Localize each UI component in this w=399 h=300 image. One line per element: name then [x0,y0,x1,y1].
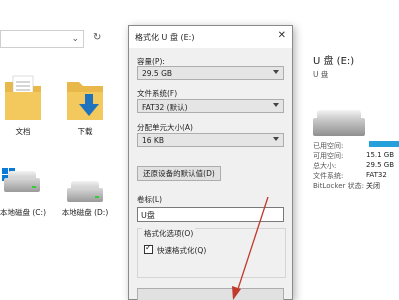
chevron-down-icon [273,70,279,74]
prop-row: 总大小: 29.5 GB [313,161,399,171]
volume-label: 卷标(L) [137,195,163,204]
restore-defaults-button[interactable]: 还原设备的默认值(D) [137,166,221,181]
documents-folder-icon [5,75,41,120]
filesystem-value: FAT32 (默认) [142,103,188,112]
refresh-icon[interactable]: ↻ [93,32,101,43]
prop-key: 可用空间: [313,152,344,160]
prop-row: BitLocker 状态: 关闭 [313,181,399,191]
allocation-value: 16 KB [142,136,164,145]
prop-key: 文件系统: [313,172,344,180]
prop-key: BitLocker 状态: [313,182,364,190]
folder-label: 文档 [15,127,31,136]
folder-label: 下载 [77,127,93,136]
chevron-down-icon[interactable]: ⌄ [71,34,79,44]
quick-format-label[interactable]: 快速格式化(Q) [157,245,206,256]
prop-key: 已用空间: [313,142,344,150]
chevron-down-icon [273,137,279,141]
prop-value: FAT32 [366,171,387,179]
address-bar[interactable]: ⌄ [0,30,84,48]
prop-row: 已用空间: [313,141,399,151]
filesystem-select[interactable]: FAT32 (默认) [137,99,284,113]
details-properties: 已用空间: 可用空间: 15.1 GB 总大小: 29.5 GB 文件系统: FAT3… [313,141,399,191]
filesystem-label: 文件系统(F) [137,89,178,98]
quick-format-checkbox[interactable] [144,243,153,254]
dialog-title: 格式化 U 盘 (E:) [135,33,195,42]
chevron-down-icon [273,103,279,107]
allocation-select[interactable]: 16 KB [137,133,284,147]
hard-drive-icon [65,178,105,208]
prop-row: 文件系统: FAT32 [313,171,399,181]
allocation-label: 分配单元大小(A) [137,123,193,132]
details-title: U 盘 (E:) [313,56,355,67]
prop-value: 29.5 GB [366,161,395,169]
capacity-value: 29.5 GB [142,69,173,78]
drive-d[interactable]: 本地磁盘 (D:) [60,178,110,218]
hard-drive-icon [2,168,42,198]
close-icon[interactable]: ✕ [278,30,286,41]
prop-row: 可用空间: 15.1 GB [313,151,399,161]
details-subtitle: U 盘 [313,70,329,79]
volume-label-value: U盘 [141,211,155,220]
dialog-titlebar: 格式化 U 盘 (E:) ✕ [129,26,292,48]
capacity-select[interactable]: 29.5 GB [137,66,284,80]
usb-drive-icon [313,110,365,136]
drive-label: 本地磁盘 (D:) [61,208,109,217]
format-dialog: 格式化 U 盘 (E:) ✕ 容量(P): 29.5 GB 文件系统(F) FA… [128,25,293,300]
drive-label: 本地磁盘 (C:) [0,208,46,217]
volume-label-input[interactable]: U盘 [137,207,284,222]
folder-documents[interactable]: 文档 [2,74,44,137]
folder-downloads[interactable]: 下载 [64,74,106,137]
prop-key: 总大小: [313,162,337,170]
format-options-label: 格式化选项(O) [142,228,196,239]
details-pane: U 盘 (E:) U 盘 [313,52,399,136]
prop-value: 关闭 [366,182,380,190]
format-options-group: 格式化选项(O) 快速格式化(Q) [137,228,286,278]
downloads-folder-icon [67,82,103,120]
prop-value: 15.1 GB [366,151,395,159]
start-button[interactable] [137,288,284,300]
drive-c[interactable]: 本地磁盘 (C:) [0,168,46,218]
